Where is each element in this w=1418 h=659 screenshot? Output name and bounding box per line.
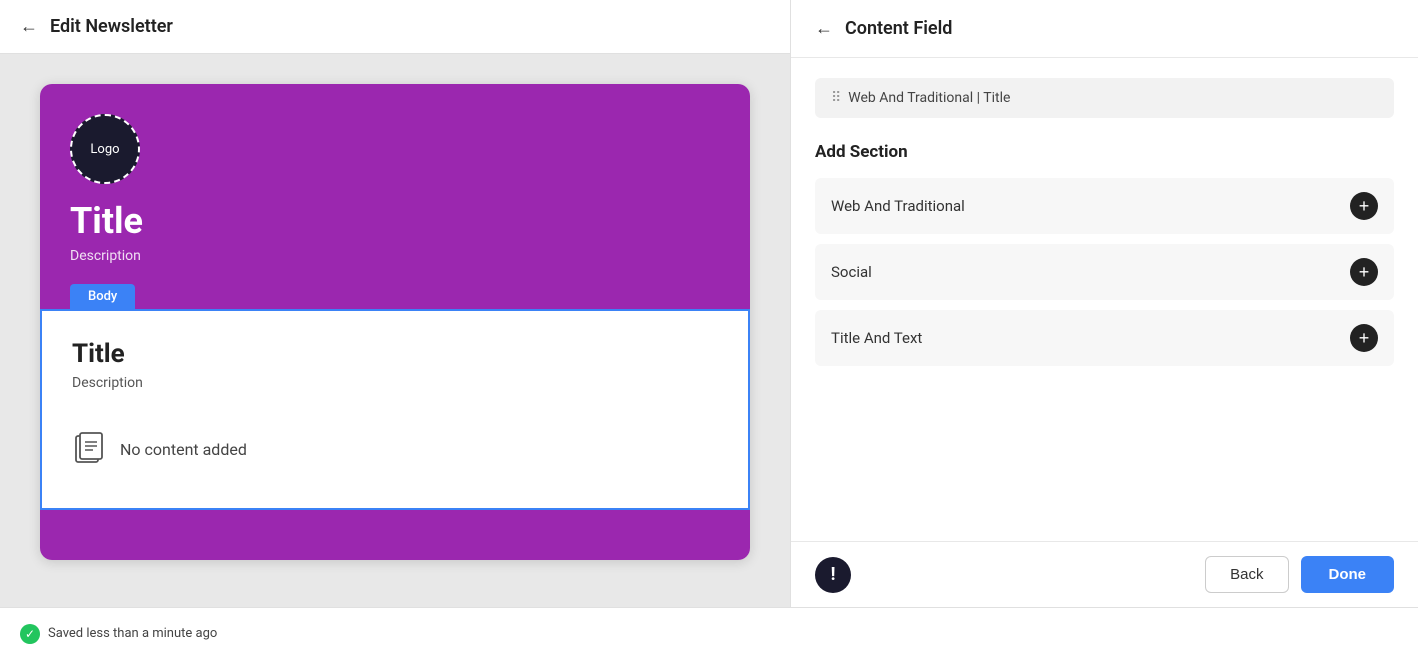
page-title: Edit Newsletter xyxy=(50,16,173,37)
section-item-web-and-traditional[interactable]: Web And Traditional + xyxy=(815,178,1394,234)
body-tab[interactable]: Body xyxy=(70,284,135,309)
newsletter-footer xyxy=(40,510,750,560)
no-content-area: No content added xyxy=(72,419,718,480)
newsletter-title: Title xyxy=(70,200,720,242)
no-content-icon xyxy=(72,429,106,470)
add-section-button-2[interactable]: + xyxy=(1350,324,1378,352)
right-footer: ! Back Done xyxy=(791,541,1418,607)
left-panel: ← Edit Newsletter Logo Title Description… xyxy=(0,0,790,607)
saved-text: Saved less than a minute ago xyxy=(48,626,217,641)
newsletter-description: Description xyxy=(70,248,720,264)
left-header: ← Edit Newsletter xyxy=(0,0,790,54)
newsletter-body: Title Description No conte xyxy=(40,309,750,510)
section-item-label-0: Web And Traditional xyxy=(831,197,965,215)
newsletter-header: Logo Title Description Body xyxy=(40,84,750,309)
status-bar: ✓ Saved less than a minute ago xyxy=(0,607,1418,659)
right-content: ⠿ Web And Traditional | Title Add Sectio… xyxy=(791,58,1418,541)
body-title: Title xyxy=(72,339,718,369)
no-content-text: No content added xyxy=(120,440,247,459)
section-item-title-and-text[interactable]: Title And Text + xyxy=(815,310,1394,366)
done-button[interactable]: Done xyxy=(1301,556,1395,593)
alert-icon[interactable]: ! xyxy=(815,557,851,593)
breadcrumb: Web And Traditional | Title xyxy=(848,90,1010,106)
breadcrumb-row: ⠿ Web And Traditional | Title xyxy=(815,78,1394,118)
back-footer-button[interactable]: Back xyxy=(1205,556,1288,593)
newsletter-logo: Logo xyxy=(70,114,140,184)
right-panel-title: Content Field xyxy=(845,18,952,39)
saved-indicator: ✓ Saved less than a minute ago xyxy=(20,624,217,644)
back-button-right[interactable]: ← xyxy=(815,18,833,39)
drag-dots-icon: ⠿ xyxy=(831,90,840,106)
back-button-left[interactable]: ← xyxy=(20,16,38,37)
right-panel: ← Content Field ⠿ Web And Traditional | … xyxy=(790,0,1418,607)
newsletter-preview-area: Logo Title Description Body Title Descri… xyxy=(0,54,790,607)
add-section-button-0[interactable]: + xyxy=(1350,192,1378,220)
right-header: ← Content Field xyxy=(791,0,1418,58)
add-section-button-1[interactable]: + xyxy=(1350,258,1378,286)
section-item-social[interactable]: Social + xyxy=(815,244,1394,300)
saved-check-icon: ✓ xyxy=(20,624,40,644)
section-item-label-1: Social xyxy=(831,263,872,281)
footer-buttons: Back Done xyxy=(1205,556,1394,593)
newsletter-card: Logo Title Description Body Title Descri… xyxy=(40,84,750,560)
body-desc: Description xyxy=(72,375,718,391)
section-item-label-2: Title And Text xyxy=(831,329,922,347)
add-section-label: Add Section xyxy=(815,142,1394,162)
